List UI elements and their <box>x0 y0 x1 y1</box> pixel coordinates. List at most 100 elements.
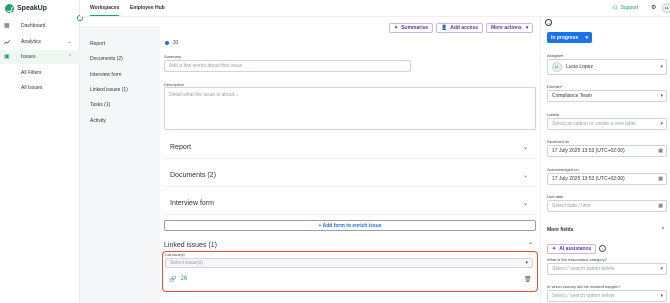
sidebar-item-label: Dashboard <box>21 23 46 29</box>
due-date-label: Due date <box>547 194 564 199</box>
sidebar-item-issues[interactable]: ▣ Issues ⌃ <box>0 50 80 64</box>
section-title: Documents (2) <box>170 172 216 179</box>
received-date-input[interactable]: 17 July 2025 13:53 (UTC+02:00) ▦ <box>547 145 667 157</box>
nav-activity[interactable]: Activity <box>90 118 106 124</box>
issue-number: 31 <box>165 40 179 46</box>
section-documents[interactable]: Documents (2) ⌄ <box>164 165 536 187</box>
acknowledged-label: Acknowledged on <box>547 167 579 172</box>
user-avatar[interactable]: LL <box>662 3 670 13</box>
sidebar-subitem-all-filters[interactable]: All Filters <box>21 70 42 76</box>
summary-input[interactable]: Add a few words about this issue <box>164 60 411 72</box>
chevron-down-icon: ▾ <box>660 121 663 127</box>
chevron-down-icon: ▾ <box>660 266 663 272</box>
acknowledged-date-input[interactable]: 17 July 2025 13:53 (UTC+02:00) ▦ <box>547 173 667 185</box>
issues-icon: ▣ <box>4 54 10 60</box>
sidebar-item-label: Analytics <box>21 39 42 45</box>
more-actions-button[interactable]: More actions ▾ <box>486 23 534 33</box>
support-link[interactable]: ⊡ Support <box>613 5 638 11</box>
section-report[interactable]: Report ⌄ <box>164 137 536 159</box>
domain-value: Compliance Team <box>552 93 592 99</box>
status-label: In progress <box>551 34 579 41</box>
nav-documents[interactable]: Documents (2) <box>90 56 123 62</box>
section-title: Linked issues (1) <box>164 241 217 249</box>
chevron-down-icon: ▾ <box>660 93 663 99</box>
section-title: Interview form <box>170 200 214 207</box>
description-textarea[interactable]: Detail what the issue is about... <box>164 87 536 130</box>
linked-issue-item[interactable]: 🔗 26 <box>169 276 187 283</box>
support-icon: ⊡ <box>613 5 618 11</box>
chart-icon <box>3 39 11 45</box>
app-name: SpeakUp <box>17 5 47 12</box>
due-date-input[interactable]: Select date / time ▦ <box>547 200 667 212</box>
sidebar-item-label: Issues <box>21 54 36 60</box>
issue-section-nav: Report Documents (2) Interview form Link… <box>80 26 160 303</box>
link-issues-placeholder: Select issue(s) <box>170 260 203 266</box>
chevron-up-icon: ⌃ <box>660 227 665 233</box>
more-fields-header[interactable]: More fields ⌃ <box>547 227 667 233</box>
calendar-icon: ▦ <box>658 203 663 209</box>
summary-label: Summary <box>164 54 182 59</box>
summarise-button[interactable]: ✦ Summarise <box>389 23 434 33</box>
gear-icon[interactable]: ⚙ <box>651 4 656 11</box>
country-select[interactable]: Select / search option below ▾ <box>547 290 667 302</box>
ai-assistance-button[interactable]: ✦ AI assistance <box>547 244 597 254</box>
labels-label: Labels <box>547 112 559 117</box>
logo-icon <box>5 4 14 13</box>
chevron-up-icon: ⌃ <box>67 54 72 60</box>
chevron-down-icon: ⌄ <box>522 173 528 179</box>
labels-select[interactable]: Select an option or create a new label ▾ <box>547 118 667 130</box>
section-interview-form[interactable]: Interview form ⌄ <box>164 193 536 215</box>
nav-tasks[interactable]: Tasks (1) <box>90 102 110 108</box>
section-linked-issues[interactable]: Linked issues (1) ⌃ <box>164 239 536 251</box>
sparkle-icon: ✦ <box>394 25 399 31</box>
add-access-label: Add access <box>450 25 479 31</box>
link-issues-label: Link issue(s) <box>165 253 185 257</box>
received-label: Received on <box>547 139 570 144</box>
nav-report[interactable]: Report <box>90 41 105 47</box>
chevron-down-icon: ▾ <box>660 293 663 299</box>
add-form-button[interactable]: + Add form to enrich issue <box>164 220 536 231</box>
link-issues-select[interactable]: Select issue(s) ▾ <box>165 258 533 268</box>
add-user-icon: 👤 <box>441 25 448 31</box>
assignee-label: Assignee <box>547 53 564 58</box>
grid-icon: ▦ <box>4 23 10 29</box>
trash-icon[interactable]: 🗑 <box>524 276 532 283</box>
section-title: Report <box>170 144 192 151</box>
tab-workspaces[interactable]: Workspaces <box>90 5 120 16</box>
top-bar: Workspaces Employee Hub ⊡ Support ⚙ LL <box>80 0 670 17</box>
received-date-value: 17 July 2025 13:53 (UTC+02:00) <box>552 148 625 154</box>
issue-number-value: 31 <box>173 40 179 46</box>
assignee-select[interactable]: LL Lucia Lopez ▾ <box>547 59 667 75</box>
nav-linked-issues[interactable]: Linked issues (1) <box>90 87 128 93</box>
sparkle-icon: ✦ <box>552 246 557 252</box>
tab-employee-hub[interactable]: Employee Hub <box>130 5 165 11</box>
country-question: In which country did the incident happen… <box>547 284 621 289</box>
status-dropdown[interactable]: In progress ▾ <box>547 32 592 43</box>
category-placeholder: Select / search option below <box>552 266 615 272</box>
link-icon: 🔗 <box>169 277 177 283</box>
chevron-down-icon: ⌄ <box>522 201 528 207</box>
info-icon[interactable]: i <box>599 245 606 252</box>
summarise-label: Summarise <box>401 25 429 31</box>
expand-panel-icon[interactable]: → <box>545 19 552 26</box>
due-date-placeholder: Select date / time <box>552 203 591 209</box>
domain-select[interactable]: Compliance Team ▾ <box>547 90 667 102</box>
calendar-icon: ▦ <box>658 176 663 182</box>
sidebar-item-analytics[interactable]: Analytics ⌄ <box>0 35 80 49</box>
labels-placeholder: Select an option or create a new label <box>552 121 636 127</box>
chevron-down-icon: ▾ <box>525 25 529 31</box>
category-select[interactable]: Select / search option below ▾ <box>547 263 667 275</box>
domain-label: Domain* <box>547 84 563 89</box>
app-logo[interactable]: SpeakUp <box>5 4 47 13</box>
nav-interview-form[interactable]: Interview form <box>90 72 121 78</box>
sidebar-subitem-all-issues[interactable]: All Issues <box>21 85 42 91</box>
assignee-avatar: LL <box>552 62 562 72</box>
add-access-button[interactable]: 👤 Add access <box>436 23 484 33</box>
linked-issues-panel: Link issue(s) Select issue(s) ▾ 🔗 26 🗑 <box>162 251 538 292</box>
more-fields-label: More fields <box>547 227 574 233</box>
sidebar: SpeakUp ▦ Dashboard Analytics ⌄ ▣ Issues… <box>0 0 80 303</box>
support-label: Support <box>620 5 639 11</box>
chevron-down-icon: ▾ <box>525 260 528 266</box>
sidebar-item-dashboard[interactable]: ▦ Dashboard <box>0 19 80 33</box>
calendar-icon: ▦ <box>658 148 663 154</box>
